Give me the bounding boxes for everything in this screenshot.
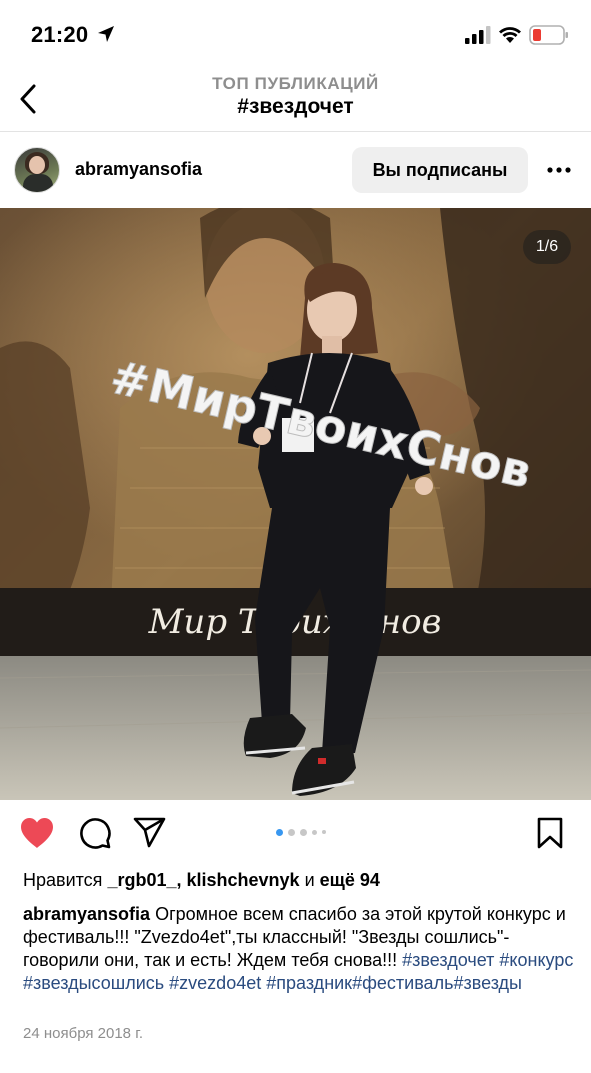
like-button[interactable]: [19, 816, 55, 850]
save-button[interactable]: [532, 816, 568, 850]
nav-subtitle: ТОП ПУБЛИКАЦИЙ: [212, 74, 379, 93]
carousel-dot: [288, 828, 295, 836]
post-caption: abramyansofia Огромное всем спасибо за э…: [23, 903, 575, 995]
carousel-dot: [312, 829, 317, 835]
carousel-indicator: [276, 828, 326, 836]
liker-username[interactable]: klishchevnyk: [187, 870, 300, 890]
likes-more-link[interactable]: ещё 94: [320, 870, 380, 890]
image-counter: 1/6: [523, 230, 571, 264]
share-button[interactable]: [132, 816, 168, 850]
likes-and: и: [299, 870, 320, 890]
carousel-dot: [322, 830, 326, 834]
cellular-signal-icon: [465, 26, 491, 44]
carousel-dot: [276, 828, 283, 836]
caption-username[interactable]: abramyansofia: [23, 904, 150, 924]
status-bar: 21:20: [0, 0, 591, 66]
hashtag-link[interactable]: #звездочет: [402, 950, 494, 970]
wifi-icon: [499, 27, 521, 43]
more-options-button[interactable]: [540, 155, 578, 185]
heart-filled-icon: [21, 818, 53, 848]
carousel-dot: [300, 828, 307, 836]
hashtag-link[interactable]: #фестиваль: [352, 973, 453, 993]
avatar[interactable]: [14, 147, 60, 193]
hashtag-link[interactable]: #конкурс: [499, 950, 573, 970]
hashtag-link[interactable]: #звезды: [453, 973, 522, 993]
post-photo-image: Мир Твоих Снов #МирТвоихСнов: [0, 208, 591, 800]
hashtag-link[interactable]: #zvezdo4et: [169, 973, 261, 993]
likes-line: Нравится _rgb01_, klishchevnyk и ещё 94: [23, 870, 380, 891]
action-bar: [0, 800, 591, 864]
status-time: 21:20: [31, 22, 89, 47]
comment-button[interactable]: [77, 816, 113, 850]
likes-separator: ,: [176, 870, 187, 890]
post-header: abramyansofia Вы подписаны: [0, 133, 591, 208]
comment-bubble-icon: [80, 818, 111, 849]
post-date: 24 ноября 2018 г.: [23, 1025, 143, 1042]
post-photo[interactable]: Мир Твоих Снов #МирТвоихСнов: [0, 208, 591, 800]
battery-low-icon: [529, 25, 568, 45]
hashtag-link[interactable]: #праздник: [266, 973, 352, 993]
likes-prefix: Нравится: [23, 870, 108, 890]
following-button[interactable]: Вы подписаны: [352, 147, 528, 193]
post-username[interactable]: abramyansofia: [75, 159, 202, 180]
nav-header: ТОП ПУБЛИКАЦИЙ #звездочет: [0, 66, 591, 132]
hashtag-link[interactable]: #звездысошлись: [23, 973, 164, 993]
location-arrow-icon: [98, 26, 114, 42]
bookmark-icon: [537, 817, 563, 849]
send-paper-plane-icon: [133, 817, 166, 848]
more-dots-icon: [547, 167, 571, 173]
nav-title: #звездочет: [237, 95, 354, 118]
liker-username[interactable]: _rgb01_: [107, 870, 176, 890]
